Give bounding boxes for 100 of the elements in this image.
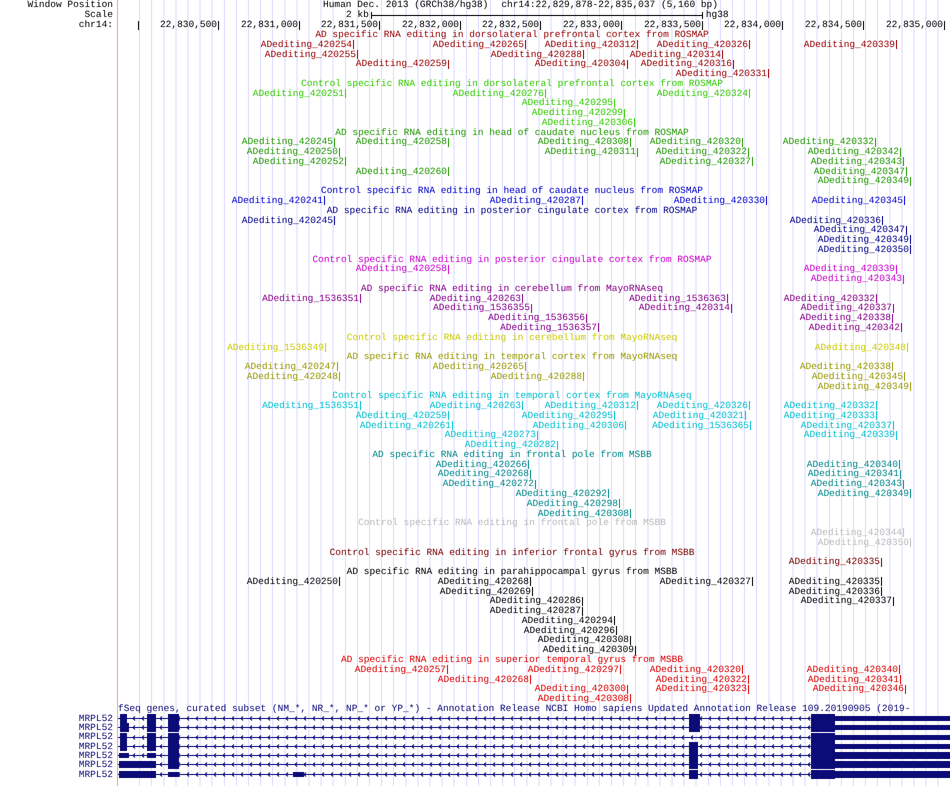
feature-label[interactable]: ADediting_420342	[808, 322, 900, 333]
gene-model-drawing[interactable]	[118, 714, 950, 723]
feature-marker[interactable]	[876, 411, 877, 420]
feature-label[interactable]: ADediting_420345	[812, 196, 903, 206]
feature-label[interactable]: ADediting_420343	[810, 274, 902, 284]
gene-model-drawing[interactable]	[118, 723, 950, 732]
feature-label[interactable]: ADediting_420340	[806, 664, 898, 675]
feature-marker[interactable]	[899, 665, 900, 674]
feature-marker[interactable]	[583, 372, 584, 382]
feature-label[interactable]: ADediting_420298	[526, 498, 618, 509]
feature-marker[interactable]	[749, 88, 750, 98]
feature-marker[interactable]	[624, 108, 625, 118]
feature-label[interactable]: ADediting_420288	[490, 50, 582, 60]
feature-label[interactable]: ADediting_420308	[538, 137, 629, 148]
feature-marker[interactable]	[750, 421, 751, 430]
feature-marker[interactable]	[882, 216, 883, 225]
feature-marker[interactable]	[614, 98, 615, 108]
gene-model-drawing[interactable]	[118, 732, 950, 742]
feature-label[interactable]: ADediting_1536363	[629, 294, 726, 304]
feature-label[interactable]: ADediting_420312	[544, 40, 636, 50]
feature-marker[interactable]	[892, 314, 893, 323]
feature-label[interactable]: ADediting_420311	[544, 147, 636, 157]
feature-label[interactable]: ADediting_420300	[534, 684, 626, 694]
feature-marker[interactable]	[876, 294, 877, 304]
feature-marker[interactable]	[530, 577, 531, 586]
feature-label[interactable]: ADediting_1536351	[262, 294, 359, 304]
feature-label[interactable]: ADediting_420308	[538, 635, 629, 646]
feature-marker[interactable]	[448, 264, 449, 274]
feature-marker[interactable]	[896, 430, 897, 440]
feature-marker[interactable]	[360, 294, 361, 304]
feature-marker[interactable]	[637, 148, 638, 157]
feature-label[interactable]: ADediting_420335	[788, 557, 880, 568]
feature-label[interactable]: ADediting_420268	[438, 576, 529, 587]
feature-marker[interactable]	[907, 342, 908, 352]
feature-label[interactable]: ADediting_420314	[630, 50, 721, 60]
feature-marker[interactable]	[733, 60, 734, 69]
feature-marker[interactable]	[545, 88, 546, 98]
feature-label[interactable]: ADediting_420287	[490, 196, 581, 206]
feature-marker[interactable]	[608, 489, 609, 498]
feature-marker[interactable]	[345, 157, 346, 166]
feature-marker[interactable]	[531, 304, 532, 313]
feature-marker[interactable]	[522, 401, 523, 410]
feature-marker[interactable]	[900, 674, 901, 684]
feature-marker[interactable]	[904, 196, 905, 206]
feature-label[interactable]: ADediting_420297	[528, 664, 619, 675]
feature-marker[interactable]	[896, 264, 897, 274]
feature-marker[interactable]	[904, 372, 905, 382]
feature-marker[interactable]	[752, 157, 753, 166]
feature-marker[interactable]	[616, 626, 617, 636]
feature-marker[interactable]	[325, 342, 326, 352]
feature-label[interactable]: ADediting_420245	[242, 216, 333, 226]
feature-marker[interactable]	[910, 489, 911, 498]
feature-label[interactable]: ADediting_420309	[542, 645, 634, 656]
feature-label[interactable]: ADediting_420320	[650, 137, 741, 148]
track-title[interactable]: AD specific RNA editing in superior temporal gyrus from MSBB	[340, 655, 684, 665]
track-title[interactable]: AD specific RNA editing in head of caudate nucleus from ROSMAP	[335, 128, 689, 138]
feature-marker[interactable]	[614, 616, 615, 626]
feature-marker[interactable]	[530, 674, 531, 684]
feature-marker[interactable]	[748, 148, 749, 157]
feature-label[interactable]: ADediting_420269	[440, 586, 531, 596]
feature-label[interactable]: ADediting_420265	[432, 362, 524, 372]
track-title[interactable]: Control specific RNA editing in inferior frontal gyrus from MSBB	[330, 548, 694, 558]
feature-label[interactable]: ADediting_420336	[788, 586, 880, 596]
feature-label[interactable]: ADediting_420350	[818, 244, 909, 255]
track-title[interactable]: Control specific RNA editing in head of caudate nucleus from ROSMAP	[321, 186, 703, 196]
feature-marker[interactable]	[745, 411, 746, 420]
feature-marker[interactable]	[893, 596, 894, 606]
feature-marker[interactable]	[905, 684, 906, 694]
gene-model-drawing[interactable]	[118, 770, 950, 779]
feature-marker[interactable]	[731, 304, 732, 313]
feature-label[interactable]: ADediting_420248	[246, 372, 338, 382]
feature-label[interactable]: ADediting_420308	[538, 508, 629, 518]
feature-label[interactable]: ADediting_420326	[656, 40, 748, 50]
feature-label[interactable]: ADediting_420263	[430, 294, 521, 304]
feature-label[interactable]: ADediting_420338	[800, 313, 891, 323]
feature-label[interactable]: ADediting_420314	[638, 303, 730, 314]
feature-label[interactable]: ADediting_420327	[660, 156, 751, 167]
feature-marker[interactable]	[900, 470, 901, 479]
feature-marker[interactable]	[337, 362, 338, 372]
feature-marker[interactable]	[881, 558, 882, 567]
feature-label[interactable]: ADediting_1536355	[433, 303, 530, 314]
feature-marker[interactable]	[532, 587, 533, 596]
feature-label[interactable]: ADediting_420252	[252, 156, 344, 167]
feature-marker[interactable]	[875, 138, 876, 147]
feature-marker[interactable]	[448, 60, 449, 69]
feature-marker[interactable]	[360, 401, 361, 410]
feature-label[interactable]: ADediting_420323	[656, 684, 747, 694]
track-title[interactable]: AD specific RNA editing in cerebellum from MayoRNAseq	[360, 284, 664, 294]
feature-label[interactable]: ADediting_420258	[356, 264, 447, 274]
feature-marker[interactable]	[339, 577, 340, 586]
feature-marker[interactable]	[583, 50, 584, 59]
feature-marker[interactable]	[903, 274, 904, 284]
feature-marker[interactable]	[892, 362, 893, 372]
feature-marker[interactable]	[748, 674, 749, 684]
feature-label[interactable]: ADediting_420258	[356, 137, 447, 148]
feature-label[interactable]: ADediting_420266	[436, 460, 527, 470]
feature-label[interactable]: ADediting_420335	[788, 576, 880, 587]
feature-marker[interactable]	[634, 118, 635, 128]
feature-marker[interactable]	[749, 401, 750, 410]
feature-label[interactable]: ADediting_420255	[264, 50, 356, 60]
